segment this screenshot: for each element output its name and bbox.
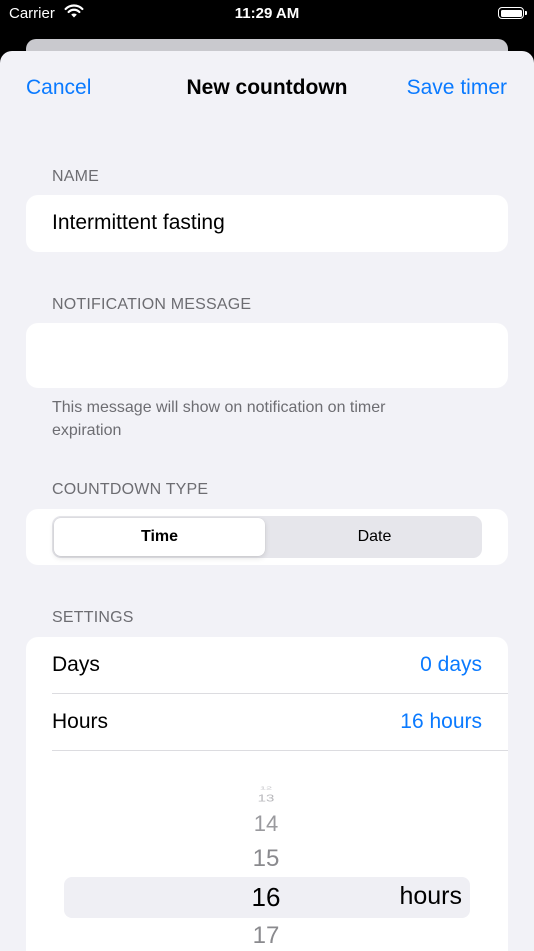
picker-option[interactable]: 12 [226, 785, 306, 790]
name-field-value: Intermittent fasting [52, 211, 225, 234]
save-timer-button[interactable]: Save timer [407, 76, 507, 100]
countdown-type-segmented-control: Time Date [52, 516, 482, 558]
battery-icon [498, 7, 527, 19]
days-value: 0 days [420, 653, 482, 676]
countdown-type-card: Time Date [26, 509, 508, 565]
days-label: Days [52, 653, 100, 676]
hours-value: 16 hours [400, 710, 482, 733]
picker-selected-value[interactable]: 16 [226, 882, 306, 913]
nav-bar: Cancel New countdown Save timer [0, 51, 534, 127]
status-time: 11:29 AM [234, 5, 300, 22]
settings-row-days[interactable]: Days 0 days [26, 637, 508, 694]
picker-unit-label: hours [399, 882, 462, 910]
notification-section-header: NOTIFICATION MESSAGE [52, 296, 252, 313]
picker-option[interactable]: 13 [226, 793, 306, 804]
countdown-type-section-header: COUNTDOWN TYPE [52, 481, 209, 498]
hours-picker-wheel[interactable]: 12 13 14 15 16 hours 17 [26, 751, 508, 951]
segment-time[interactable]: Time [54, 518, 265, 556]
picker-option[interactable]: 17 [226, 922, 306, 950]
notification-footer: This message will show on notification o… [52, 399, 386, 439]
segment-date[interactable]: Date [269, 518, 480, 556]
hours-label: Hours [52, 710, 109, 733]
settings-row-hours[interactable]: Hours 16 hours [26, 694, 508, 751]
status-bar: Carrier 11:29 AM [0, 0, 534, 30]
new-countdown-sheet: Cancel New countdown Save timer NAME Int… [0, 51, 534, 951]
settings-card: Days 0 days Hours 16 hours 12 13 14 15 1… [26, 637, 508, 951]
notification-message-field[interactable] [26, 323, 508, 388]
picker-option[interactable]: 15 [226, 845, 306, 873]
name-section-header: NAME [52, 168, 100, 185]
picker-option[interactable]: 14 [226, 811, 306, 837]
name-field[interactable]: Intermittent fasting [26, 195, 508, 252]
settings-section-header: SETTINGS [52, 609, 134, 626]
